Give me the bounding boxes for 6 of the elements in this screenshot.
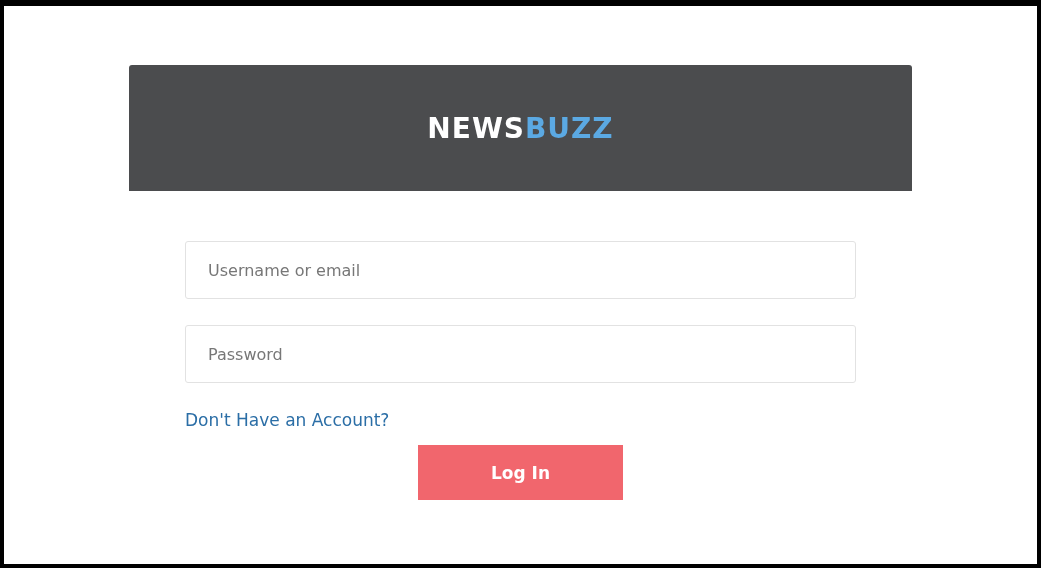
logo-text: NEWS: [427, 111, 525, 145]
login-button[interactable]: Log In: [418, 445, 623, 500]
signup-link[interactable]: Don't Have an Account?: [185, 410, 390, 430]
username-field[interactable]: Username or email: [185, 241, 856, 299]
password-field[interactable]: Password: [185, 325, 856, 383]
logo-text-accent: BUZZ: [524, 111, 614, 145]
